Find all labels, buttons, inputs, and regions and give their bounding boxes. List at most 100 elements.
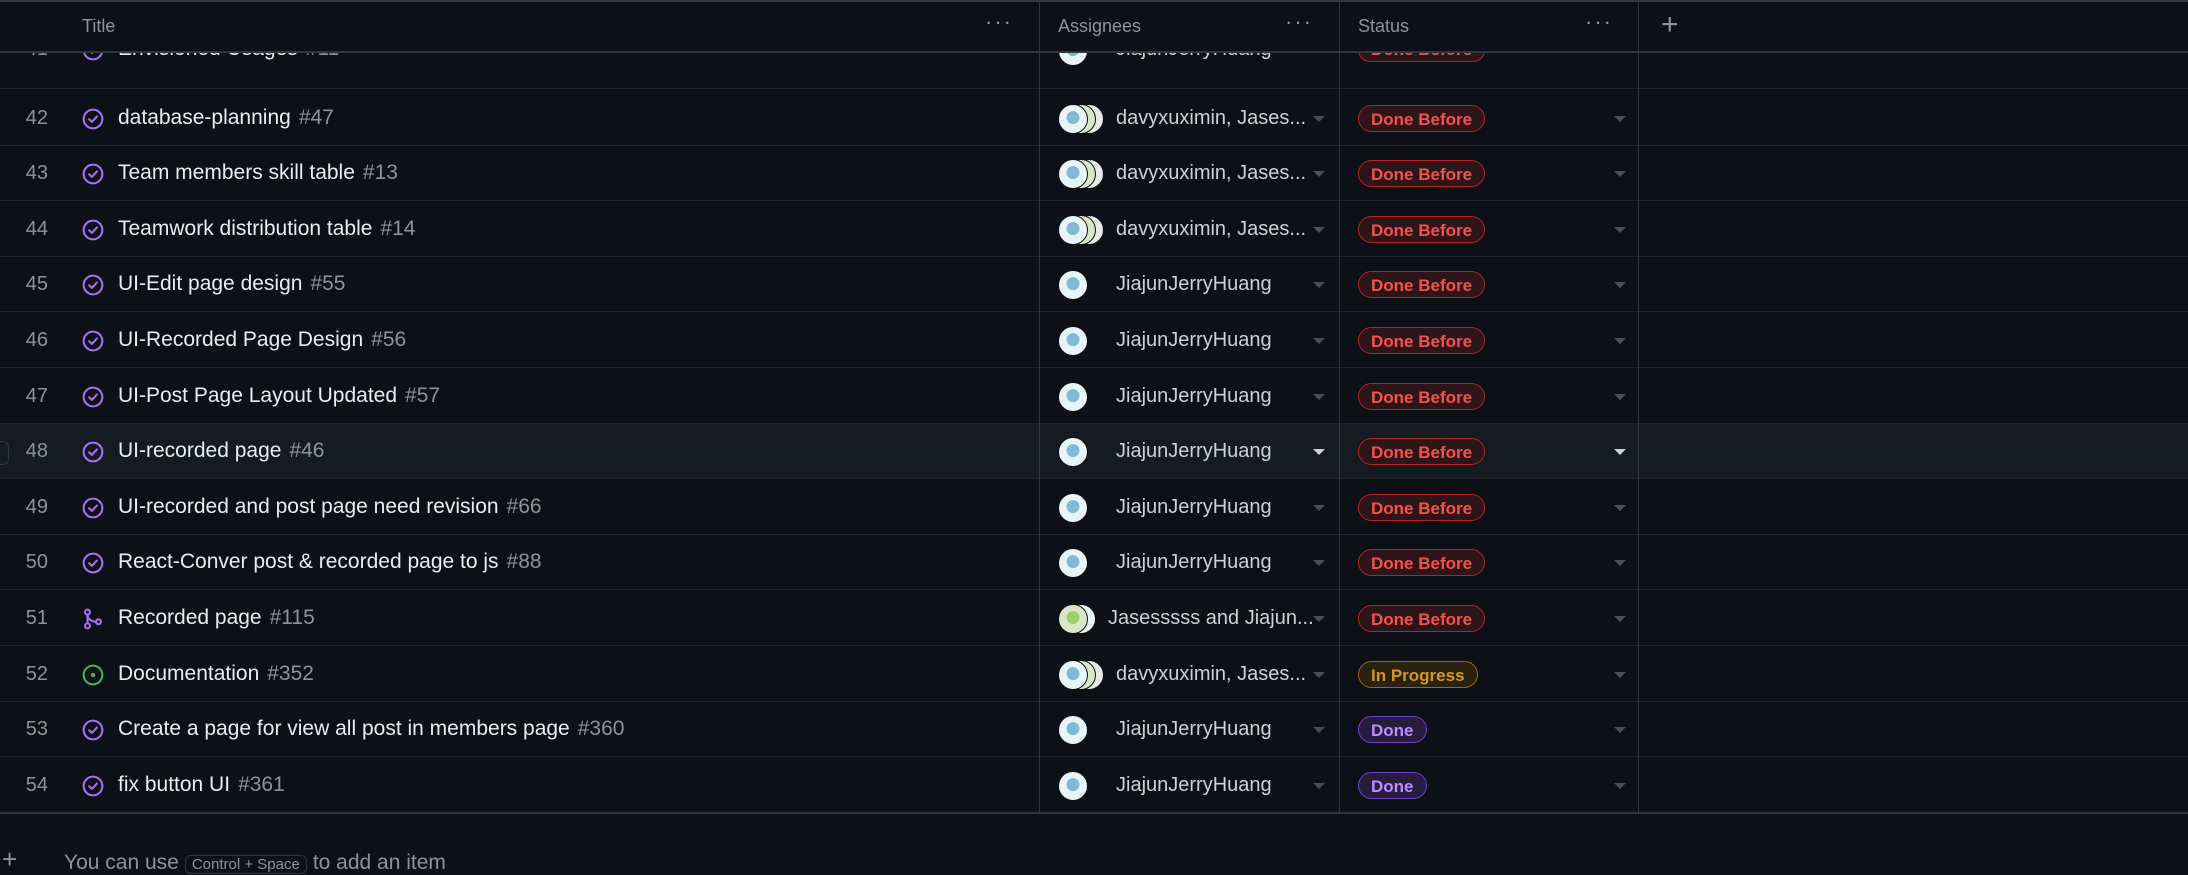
- item-title-link[interactable]: Recorded page #115: [118, 606, 315, 630]
- status-dropdown-chevron-down-icon[interactable]: [1614, 727, 1626, 734]
- status-badge[interactable]: Done Before: [1358, 493, 1486, 521]
- assignees-dropdown-chevron-down-icon[interactable]: [1313, 338, 1325, 344]
- column-header-title[interactable]: Title: [82, 2, 115, 51]
- assignee-names[interactable]: davyxuximin, Jases...: [1116, 663, 1306, 686]
- item-title-link[interactable]: database-planning #47: [118, 106, 334, 130]
- status-dropdown-chevron-down-icon[interactable]: [1614, 226, 1626, 233]
- add-item-plus-icon[interactable]: +: [2, 844, 17, 875]
- item-title-link[interactable]: UI-Edit page design #55: [118, 272, 346, 296]
- status-badge[interactable]: Done Before: [1358, 215, 1486, 243]
- assignee-names[interactable]: JiajunJerryHuang: [1116, 551, 1272, 574]
- table-row[interactable]: 44 Teamwork distribution table #14 davyxuxi…: [0, 202, 2188, 257]
- assignee-names[interactable]: JiajunJerryHuang: [1116, 273, 1272, 296]
- table-row[interactable]: 47 UI-Post Page Layout Updated #57 JiajunJe…: [0, 369, 2188, 424]
- status-dropdown-chevron-down-icon[interactable]: [1614, 393, 1626, 400]
- issue-number: #115: [269, 606, 315, 629]
- item-title-link[interactable]: Team members skill table #13: [118, 161, 398, 185]
- status-dropdown-chevron-down-icon[interactable]: [1614, 504, 1626, 511]
- issue-number: #46: [289, 439, 325, 463]
- status-dropdown-chevron-down-icon[interactable]: [1614, 782, 1626, 789]
- add-field-plus-icon[interactable]: +: [1661, 10, 1679, 40]
- status-badge[interactable]: Done Before: [1358, 382, 1486, 410]
- assignees-dropdown-chevron-down-icon[interactable]: [1313, 449, 1325, 456]
- assignees-dropdown-chevron-down-icon[interactable]: [1313, 727, 1325, 734]
- assignees-column-menu-icon[interactable]: ···: [1284, 11, 1314, 36]
- row-number: 50: [25, 551, 48, 574]
- item-title-link[interactable]: UI-recorded page #46: [118, 439, 324, 463]
- avatar: [1058, 492, 1088, 523]
- status-dropdown-chevron-down-icon[interactable]: [1614, 115, 1626, 122]
- title-column-menu-icon[interactable]: ···: [984, 11, 1014, 36]
- status-badge[interactable]: Done: [1358, 716, 1427, 744]
- item-title-text: UI-Post Page Layout Updated: [118, 383, 398, 407]
- item-title-link[interactable]: Teamwork distribution table #14: [118, 217, 416, 241]
- column-header-status[interactable]: Status: [1358, 2, 1409, 51]
- status-badge[interactable]: Done Before: [1358, 160, 1486, 188]
- table-row[interactable]: 49 UI-recorded and post page need revisio…: [0, 480, 2188, 535]
- item-title-link[interactable]: UI-Post Page Layout Updated #57: [118, 384, 440, 408]
- status-badge[interactable]: Done Before: [1358, 327, 1486, 354]
- assignees-dropdown-chevron-down-icon[interactable]: [1313, 282, 1325, 289]
- status-column-menu-icon[interactable]: ···: [1584, 11, 1614, 36]
- assignee-names[interactable]: JiajunJerryHuang: [1116, 329, 1272, 352]
- status-badge[interactable]: Done Before: [1358, 549, 1486, 577]
- table-row[interactable]: 53 Create a page for view all post in mem…: [0, 702, 2188, 758]
- assignees-dropdown-chevron-down-icon[interactable]: [1313, 393, 1325, 400]
- table-row[interactable]: 50 React-Conver post & recorded page to j…: [0, 535, 2188, 591]
- column-divider[interactable]: [1039, 2, 1040, 51]
- assignees-dropdown-chevron-down-icon[interactable]: [1313, 560, 1325, 567]
- assignee-names[interactable]: JiajunJerryHuang: [1116, 774, 1272, 797]
- table-row[interactable]: 52 Documentation #352 davyxuximin, Jases...…: [0, 647, 2188, 702]
- avatar: [1058, 437, 1088, 468]
- table-row[interactable]: 48 UI-recorded page #46 JiajunJerryHuang Don…: [0, 424, 2188, 480]
- item-title-link[interactable]: fix button UI #361: [118, 773, 285, 797]
- table-row[interactable]: 51 Recorded page #115 Jasesssss and Jiajun.…: [0, 591, 2188, 646]
- status-dropdown-chevron-down-icon[interactable]: [1614, 338, 1626, 344]
- avatar: [1058, 214, 1088, 245]
- status-badge[interactable]: Done Before: [1358, 104, 1486, 132]
- assignee-names[interactable]: JiajunJerryHuang: [1116, 385, 1272, 408]
- assignee-names[interactable]: JiajunJerryHuang: [1116, 496, 1272, 519]
- row-number: 52: [25, 662, 48, 685]
- status-dropdown-chevron-down-icon[interactable]: [1614, 671, 1626, 678]
- assignees-dropdown-chevron-down-icon[interactable]: [1313, 671, 1325, 678]
- status-dropdown-chevron-down-icon[interactable]: [1614, 449, 1626, 456]
- issue-number: #55: [310, 272, 346, 296]
- item-title-link[interactable]: Create a page for view all post in membe…: [118, 717, 624, 741]
- issue-closed-icon: [82, 552, 104, 574]
- assignee-names[interactable]: davyxuximin, Jases...: [1116, 162, 1306, 185]
- status-dropdown-chevron-down-icon[interactable]: [1614, 282, 1626, 289]
- status-dropdown-chevron-down-icon[interactable]: [1614, 616, 1626, 622]
- assignee-names[interactable]: JiajunJerryHuang: [1116, 718, 1272, 741]
- assignees-dropdown-chevron-down-icon[interactable]: [1313, 226, 1325, 233]
- add-item-footer[interactable]: + You can use Control + Space to add an it…: [0, 812, 2188, 874]
- assignees-dropdown-chevron-down-icon[interactable]: [1313, 171, 1325, 178]
- status-dropdown-chevron-down-icon[interactable]: [1614, 560, 1626, 567]
- table-row[interactable]: 42 database-planning #47 davyxuximin, Jases…: [0, 91, 2188, 146]
- item-title-link[interactable]: UI-Recorded Page Design #56: [118, 328, 406, 352]
- status-badge[interactable]: Done Before: [1358, 605, 1486, 632]
- item-title-link[interactable]: Documentation #352: [118, 662, 314, 686]
- status-badge[interactable]: In Progress: [1358, 660, 1478, 688]
- assignees-dropdown-chevron-down-icon[interactable]: [1313, 504, 1325, 511]
- assignees-dropdown-chevron-down-icon[interactable]: [1313, 782, 1325, 789]
- table-row[interactable]: 43 Team members skill table #13 davyxuximin…: [0, 146, 2188, 202]
- assignees-dropdown-chevron-down-icon[interactable]: [1313, 115, 1325, 122]
- table-row[interactable]: 45 UI-Edit page design #55 JiajunJerryHuang…: [0, 257, 2188, 313]
- assignee-names[interactable]: Jasesssss and Jiajun...: [1108, 607, 1314, 630]
- item-title-link[interactable]: React-Conver post & recorded page to js #…: [118, 550, 542, 574]
- column-divider[interactable]: [1638, 2, 1639, 51]
- assignee-names[interactable]: JiajunJerryHuang: [1116, 440, 1272, 463]
- table-row[interactable]: 46 UI-Recorded Page Design #56 JiajunJerryH…: [0, 313, 2188, 368]
- status-badge[interactable]: Done Before: [1358, 271, 1486, 299]
- status-badge[interactable]: Done: [1358, 771, 1427, 799]
- status-badge[interactable]: Done Before: [1358, 438, 1486, 466]
- table-row[interactable]: 54 fix button UI #361 JiajunJerryHuang Done: [0, 758, 2188, 813]
- column-header-assignees[interactable]: Assignees: [1058, 2, 1141, 51]
- assignees-dropdown-chevron-down-icon[interactable]: [1313, 616, 1325, 622]
- column-divider[interactable]: [1339, 2, 1340, 51]
- status-dropdown-chevron-down-icon[interactable]: [1614, 171, 1626, 178]
- assignee-names[interactable]: davyxuximin, Jases...: [1116, 218, 1306, 241]
- item-title-link[interactable]: UI-recorded and post page need revision #…: [118, 495, 542, 519]
- assignee-names[interactable]: davyxuximin, Jases...: [1116, 107, 1306, 130]
